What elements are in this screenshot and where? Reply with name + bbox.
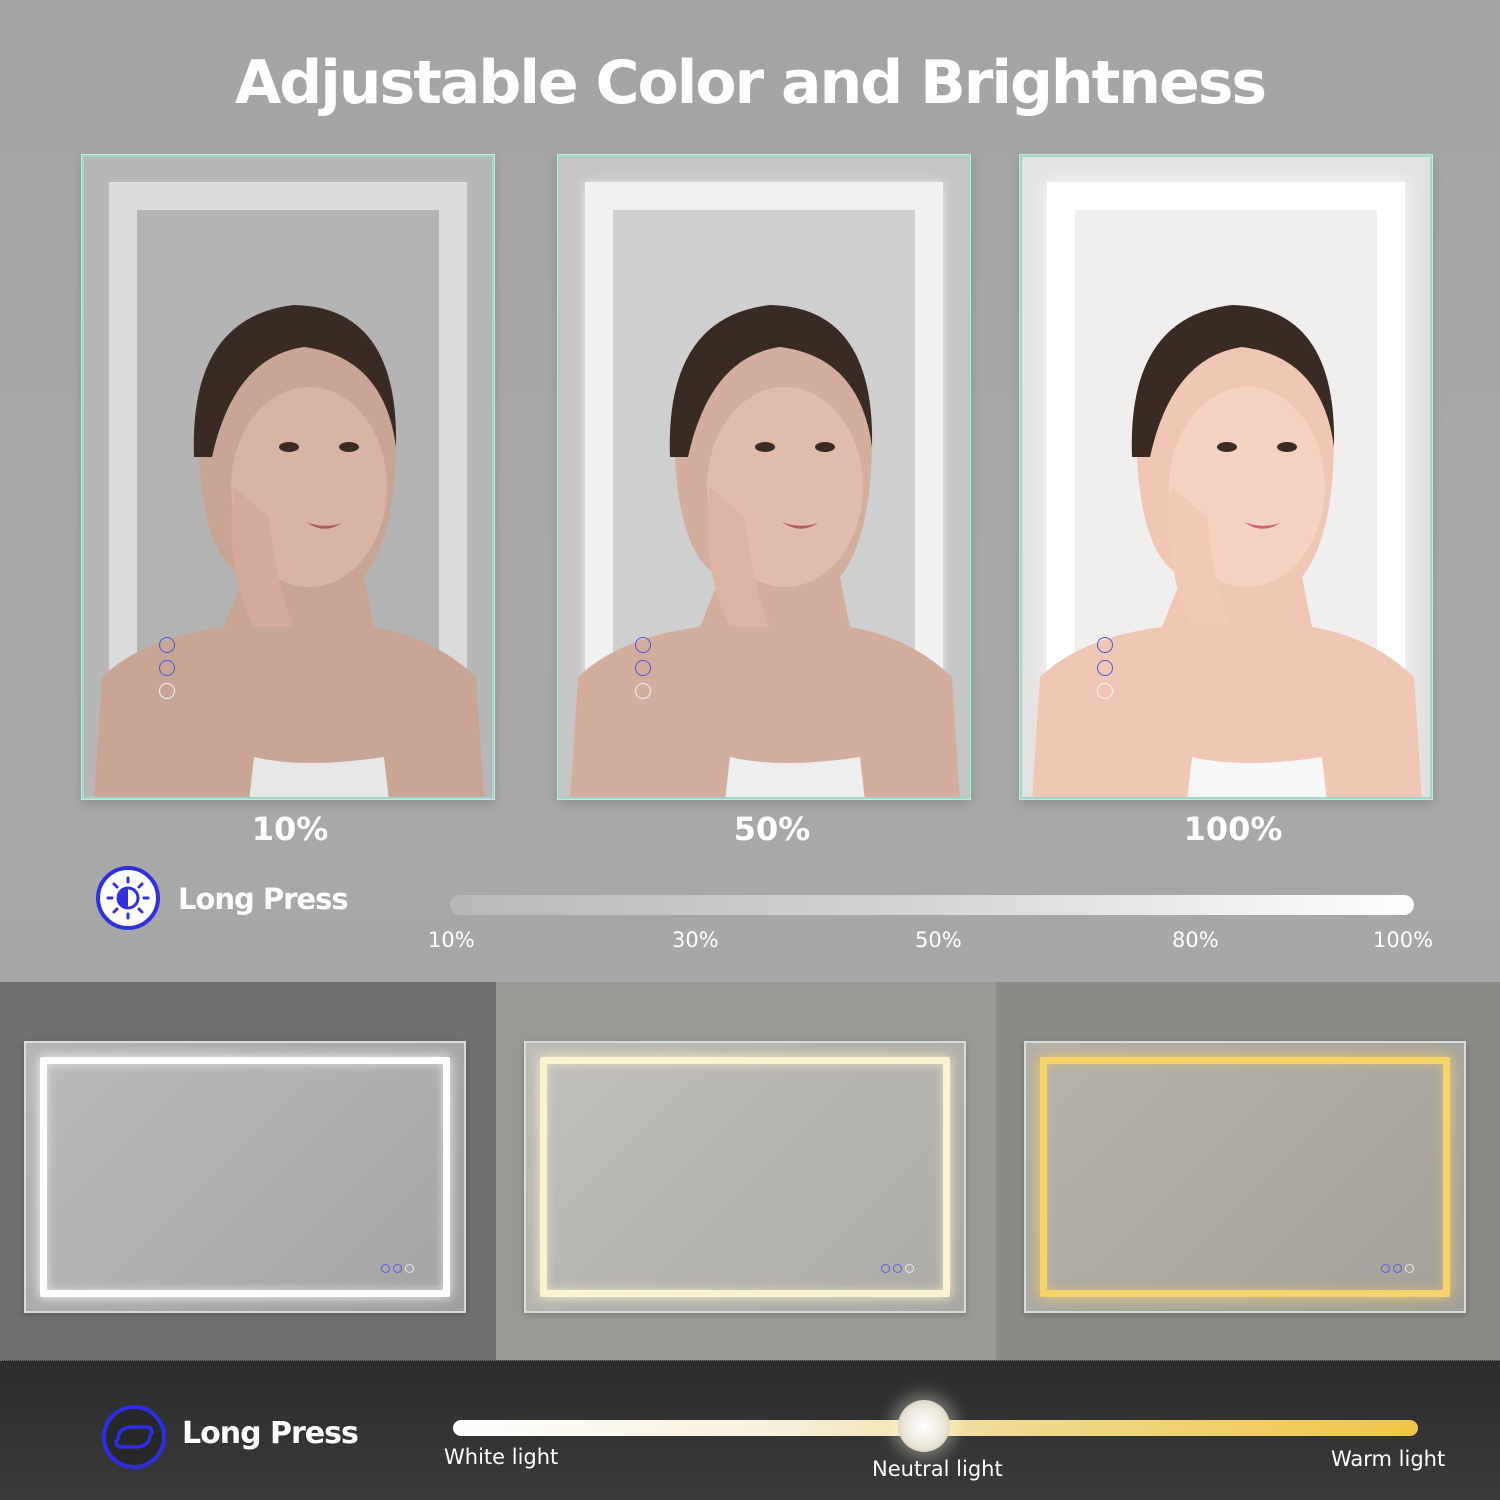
mirror-label-100: 100%: [1183, 810, 1283, 848]
color-icon[interactable]: [405, 1264, 414, 1273]
mirror-white-light: [24, 1041, 466, 1313]
warm-light-label: Warm light: [1331, 1447, 1446, 1471]
sun-brightness-icon[interactable]: [96, 866, 160, 930]
mirror-brightness-10: [82, 155, 494, 799]
color-long-press-label: Long Press: [182, 1416, 359, 1451]
touch-buttons: [635, 637, 655, 706]
brightness-slider[interactable]: [450, 895, 1414, 915]
color-cycle-icon[interactable]: [102, 1405, 166, 1469]
neutral-light-label: Neutral light: [872, 1457, 1003, 1481]
brightness-icon[interactable]: [393, 1264, 402, 1273]
brightness-icon[interactable]: [159, 660, 175, 676]
woman-reflection-image: [1032, 305, 1422, 797]
brightness-tick: 50%: [915, 928, 962, 952]
brightness-tick: 100%: [1373, 928, 1434, 952]
brightness-icon[interactable]: [1393, 1264, 1402, 1273]
mirror-brightness-50: [558, 155, 970, 799]
mirror-warm-light: [1024, 1041, 1466, 1313]
power-icon[interactable]: [1097, 637, 1113, 653]
mirror-neutral-light: [524, 1041, 966, 1313]
white-light-label: White light: [444, 1445, 559, 1469]
power-icon[interactable]: [881, 1264, 890, 1273]
color-icon[interactable]: [1405, 1264, 1414, 1273]
brightness-icon[interactable]: [1097, 660, 1113, 676]
touch-buttons: [381, 1264, 414, 1273]
brightness-tick: 30%: [672, 928, 719, 952]
brightness-icon[interactable]: [893, 1264, 902, 1273]
brightness-icon[interactable]: [635, 660, 651, 676]
brightness-long-press-label: Long Press: [178, 882, 349, 916]
slider-knob[interactable]: [898, 1400, 950, 1452]
brightness-tick: 10%: [428, 928, 475, 952]
color-icon[interactable]: [905, 1264, 914, 1273]
defog-icon[interactable]: [159, 683, 175, 699]
touch-buttons: [881, 1264, 914, 1273]
mirror-label-10: 10%: [251, 810, 329, 848]
touch-buttons: [159, 637, 179, 706]
page-title: Adjustable Color and Brightness: [234, 48, 1267, 118]
power-icon[interactable]: [381, 1264, 390, 1273]
brightness-tick: 80%: [1172, 928, 1219, 952]
power-icon[interactable]: [159, 637, 175, 653]
woman-reflection-image: [570, 305, 960, 797]
mirror-brightness-100: [1020, 155, 1432, 799]
power-icon[interactable]: [635, 637, 651, 653]
mirror-label-50: 50%: [733, 810, 811, 848]
defog-icon[interactable]: [1097, 683, 1113, 699]
touch-buttons: [1381, 1264, 1414, 1273]
touch-buttons: [1097, 637, 1117, 706]
woman-reflection-image: [94, 305, 484, 797]
defog-icon[interactable]: [635, 683, 651, 699]
power-icon[interactable]: [1381, 1264, 1390, 1273]
